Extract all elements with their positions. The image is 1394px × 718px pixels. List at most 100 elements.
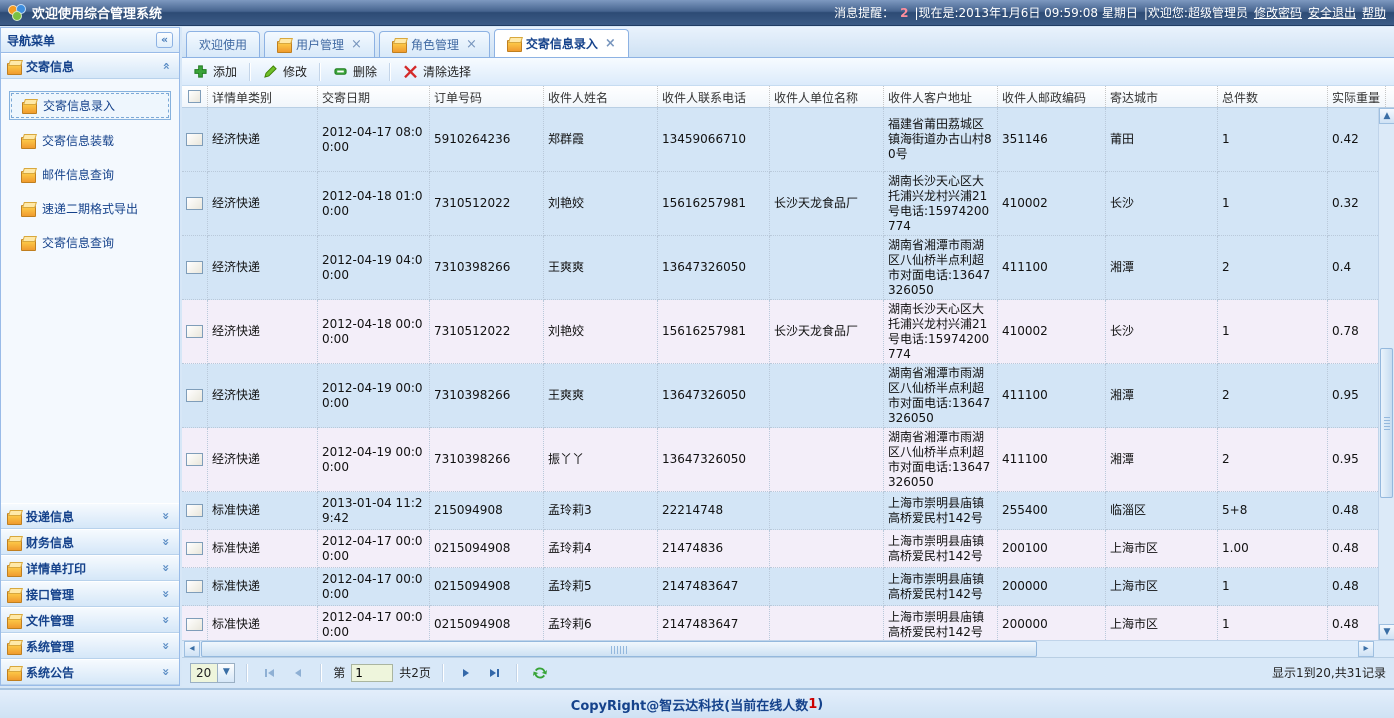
sidebar-section-2[interactable]: 详情单打印» xyxy=(1,555,179,581)
chevron-down-icon[interactable]: » xyxy=(159,561,173,575)
red-x-icon xyxy=(403,64,418,79)
tab-1[interactable]: 用户管理× xyxy=(264,31,375,57)
sidebar-collapse-button[interactable]: « xyxy=(156,32,173,48)
table-row-3[interactable]: 经济快递2012-04-18 00:00:007310512022刘艳姣1561… xyxy=(182,300,1394,364)
cell-address: 湖南省湘潭市雨湖区八仙桥半点利超市对面电话:13647326050 xyxy=(884,364,998,428)
edit-button[interactable]: 修改 xyxy=(256,60,314,83)
row-checkbox[interactable] xyxy=(186,618,203,631)
column-header-6[interactable]: 收件人客户地址 xyxy=(884,86,998,107)
horizontal-scrollbar[interactable]: ◂ ▸ xyxy=(182,640,1394,657)
tab-3[interactable]: 交寄信息录入× xyxy=(494,29,629,57)
cell-name: 孟玲莉3 xyxy=(544,492,658,530)
sidebar-section-1[interactable]: 财务信息» xyxy=(1,529,179,555)
sidebar-section-6[interactable]: 系统公告» xyxy=(1,659,179,685)
data-grid: 详情单类别交寄日期订单号码收件人姓名收件人联系电话收件人单位名称收件人客户地址收… xyxy=(182,86,1394,640)
refresh-button[interactable] xyxy=(529,662,551,684)
chevron-down-icon[interactable]: » xyxy=(159,535,173,549)
row-checkbox[interactable] xyxy=(186,580,203,593)
sidebar-item-2[interactable]: 邮件信息查询 xyxy=(9,161,171,188)
sidebar-section-3[interactable]: 接口管理» xyxy=(1,581,179,607)
chevron-down-icon[interactable]: » xyxy=(159,613,173,627)
column-header-9[interactable]: 总件数 xyxy=(1218,86,1328,107)
change-password-link[interactable]: 修改密码 xyxy=(1254,4,1302,21)
message-count-badge[interactable]: 2 xyxy=(900,6,908,20)
logout-link[interactable]: 安全退出 xyxy=(1308,4,1356,21)
select-all-checkbox[interactable] xyxy=(188,90,201,103)
tab-close-icon[interactable]: × xyxy=(466,37,477,52)
first-page-button[interactable] xyxy=(259,662,281,684)
column-header-4[interactable]: 收件人联系电话 xyxy=(658,86,770,107)
table-row-9[interactable]: 标准快递2012-04-17 00:00:000215094908孟玲莉6214… xyxy=(182,606,1394,640)
vertical-scrollbar[interactable]: ▲ ▼ xyxy=(1378,108,1394,640)
column-header-8[interactable]: 寄达城市 xyxy=(1106,86,1218,107)
row-checkbox[interactable] xyxy=(186,542,203,555)
cell-type: 经济快递 xyxy=(208,108,318,172)
column-header-2[interactable]: 订单号码 xyxy=(430,86,544,107)
column-header-7[interactable]: 收件人邮政编码 xyxy=(998,86,1106,107)
horizontal-scroll-thumb[interactable] xyxy=(201,641,1037,657)
cell-text: 15616257981 xyxy=(662,324,765,339)
scroll-down-button[interactable]: ▼ xyxy=(1379,624,1394,640)
pager-separator xyxy=(246,664,248,682)
cell-zip: 200000 xyxy=(998,568,1106,606)
column-header-3[interactable]: 收件人姓名 xyxy=(544,86,658,107)
sidebar-item-1[interactable]: 交寄信息装载 xyxy=(9,127,171,154)
cell-text: 上海市崇明县庙镇高桥爱民村142号 xyxy=(888,496,993,526)
page-number-input[interactable] xyxy=(351,664,393,682)
help-link[interactable]: 帮助 xyxy=(1362,4,1386,21)
sidebar-item-0[interactable]: 交寄信息录入 xyxy=(9,91,171,120)
column-header-10[interactable]: 实际重量 xyxy=(1328,86,1386,107)
sidebar-section-5[interactable]: 系统管理 » xyxy=(1,633,179,659)
row-checkbox[interactable] xyxy=(186,389,203,402)
row-checkbox[interactable] xyxy=(186,133,203,146)
table-row-5[interactable]: 经济快递2012-04-19 00:00:007310398266振丫丫1364… xyxy=(182,428,1394,492)
table-row-2[interactable]: 经济快递2012-04-19 04:00:007310398266王爽爽1364… xyxy=(182,236,1394,300)
row-checkbox[interactable] xyxy=(186,453,203,466)
row-checkbox[interactable] xyxy=(186,325,203,338)
table-row-7[interactable]: 标准快递2012-04-17 00:00:000215094908孟玲莉4214… xyxy=(182,530,1394,568)
page-size-select[interactable]: 20 ▼ xyxy=(190,663,235,683)
chevron-down-icon[interactable]: » xyxy=(159,665,173,679)
column-header-0[interactable]: 详情单类别 xyxy=(208,86,318,107)
vertical-scroll-thumb[interactable] xyxy=(1380,348,1393,498)
tab-close-icon[interactable]: × xyxy=(605,36,616,51)
chevron-up-icon[interactable]: » xyxy=(159,59,173,73)
tab-2[interactable]: 角色管理× xyxy=(379,31,490,57)
cell-order_no: 0215094908 xyxy=(430,530,544,568)
add-button[interactable]: 添加 xyxy=(186,60,244,83)
row-checkbox[interactable] xyxy=(186,504,203,517)
column-header-1[interactable]: 交寄日期 xyxy=(318,86,430,107)
clear-selection-button[interactable]: 清除选择 xyxy=(396,60,478,83)
table-row-0[interactable]: 经济快递2012-04-17 08:00:005910264236郑群霞1345… xyxy=(182,108,1394,172)
scroll-right-button[interactable]: ▸ xyxy=(1358,641,1374,657)
sidebar-section-0[interactable]: 投递信息» xyxy=(1,503,179,529)
scroll-up-button[interactable]: ▲ xyxy=(1379,108,1394,124)
sidebar-section-expanded[interactable]: 交寄信息 » xyxy=(1,53,179,79)
tab-0[interactable]: 欢迎使用 xyxy=(186,31,260,57)
tab-close-icon[interactable]: × xyxy=(351,37,362,52)
sidebar-item-3[interactable]: 速递二期格式导出 xyxy=(9,195,171,222)
next-page-button[interactable] xyxy=(455,662,477,684)
row-checkbox[interactable] xyxy=(186,261,203,274)
previous-page-button[interactable] xyxy=(287,662,309,684)
scroll-left-button[interactable]: ◂ xyxy=(184,641,200,657)
chevron-down-icon[interactable]: » xyxy=(159,587,173,601)
chevron-down-icon[interactable]: » xyxy=(159,639,173,653)
table-row-6[interactable]: 标准快递2013-01-04 11:29:42215094908孟玲莉32221… xyxy=(182,492,1394,530)
cell-phone: 21474836 xyxy=(658,530,770,568)
cell-text: 经济快递 xyxy=(212,196,313,211)
chevron-down-icon[interactable]: » xyxy=(159,509,173,523)
column-header-5[interactable]: 收件人单位名称 xyxy=(770,86,884,107)
package-icon xyxy=(7,60,21,73)
table-row-8[interactable]: 标准快递2012-04-17 00:00:000215094908孟玲莉5214… xyxy=(182,568,1394,606)
last-page-button[interactable] xyxy=(483,662,505,684)
table-row-4[interactable]: 经济快递2012-04-19 00:00:007310398266王爽爽1364… xyxy=(182,364,1394,428)
delete-button[interactable]: 删除 xyxy=(326,60,384,83)
cell-text: 13647326050 xyxy=(662,388,765,403)
sidebar-section-4[interactable]: 文件管理» xyxy=(1,607,179,633)
cell-name: 王爽爽 xyxy=(544,236,658,300)
table-row-1[interactable]: 经济快递2012-04-18 01:00:007310512022刘艳姣1561… xyxy=(182,172,1394,236)
section-label: 系统管理 xyxy=(26,638,74,655)
sidebar-item-4[interactable]: 交寄信息查询 xyxy=(9,229,171,256)
row-checkbox[interactable] xyxy=(186,197,203,210)
